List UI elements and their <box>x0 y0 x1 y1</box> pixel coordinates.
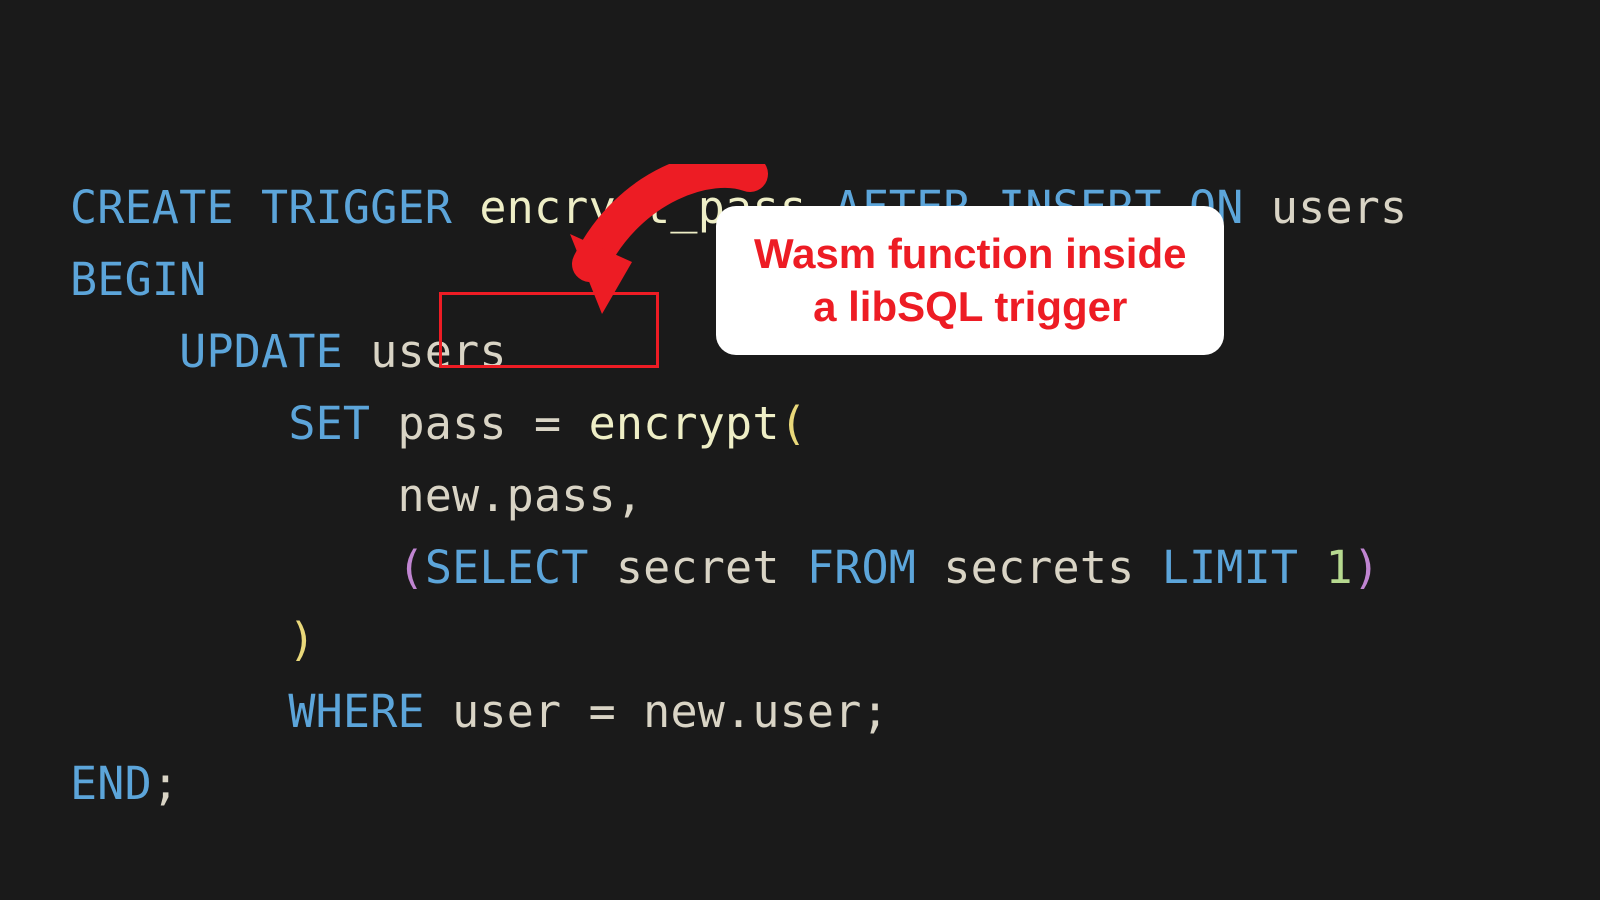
ident-new-user: new.user <box>643 685 861 738</box>
fn-encrypt: encrypt <box>589 397 780 450</box>
ident-pass: pass <box>398 397 534 450</box>
callout-line-2: a libSQL trigger <box>754 281 1186 334</box>
kw-where: WHERE <box>288 685 452 738</box>
indent <box>70 613 288 666</box>
kw-end: END <box>70 757 152 810</box>
eq: = <box>534 397 589 450</box>
paren-open-2: ( <box>398 541 425 594</box>
indent <box>70 541 398 594</box>
num-1: 1 <box>1325 541 1352 594</box>
ident-secret: secret <box>616 541 807 594</box>
ident-secrets: secrets <box>943 541 1161 594</box>
kw-set: SET <box>288 397 397 450</box>
paren-open-1: ( <box>780 397 807 450</box>
eq-2: = <box>589 685 644 738</box>
paren-close-2: ) <box>1353 541 1380 594</box>
ident-user: user <box>452 685 588 738</box>
kw-limit: LIMIT <box>1162 541 1326 594</box>
indent <box>70 469 398 522</box>
indent <box>70 397 288 450</box>
kw-from: FROM <box>807 541 943 594</box>
kw-create-trigger: CREATE TRIGGER <box>70 181 479 234</box>
ident-users: users <box>1271 181 1407 234</box>
indent <box>70 685 288 738</box>
semi-2: ; <box>152 757 179 810</box>
kw-begin: BEGIN <box>70 253 206 306</box>
semi: ; <box>862 685 889 738</box>
comma: , <box>616 469 643 522</box>
callout-wasm: Wasm function inside a libSQL trigger <box>716 206 1224 355</box>
kw-select: SELECT <box>425 541 616 594</box>
kw-update: UPDATE <box>179 325 370 378</box>
code-block: CREATE TRIGGER encrypt_pass AFTER INSERT… <box>0 0 1600 900</box>
paren-close-1: ) <box>288 613 315 666</box>
callout-line-1: Wasm function inside <box>754 228 1186 281</box>
indent <box>70 325 179 378</box>
ident-new-pass: new.pass <box>398 469 616 522</box>
